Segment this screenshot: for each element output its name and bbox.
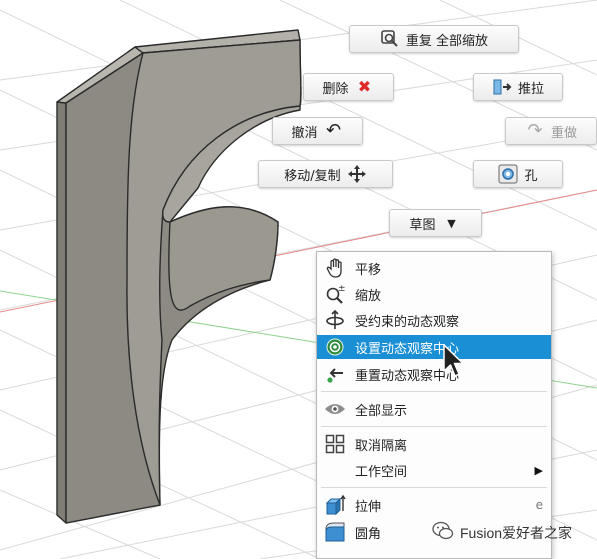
- press-pull-icon: [492, 77, 512, 97]
- menu-item-constrained-orbit[interactable]: 受约束的动态观察: [317, 308, 551, 332]
- extrude-shortcut: e: [535, 498, 543, 512]
- menu-item-show-all[interactable]: 全部显示: [317, 397, 551, 421]
- hand-pan-icon: [323, 257, 347, 279]
- dropdown-triangle-icon: ▼: [447, 216, 456, 230]
- menu-item-set-orbit-center[interactable]: 设置动态观察中心: [317, 335, 551, 359]
- reset-orbit-center-icon: [323, 363, 347, 385]
- undo-label: 撤消: [291, 125, 318, 141]
- eye-icon: [323, 398, 347, 420]
- redo-label: 重做: [550, 125, 577, 141]
- menu-separator: [321, 487, 547, 488]
- menu-separator: [321, 391, 547, 392]
- mouse-cursor-icon: [443, 344, 464, 377]
- extrude-icon: [323, 494, 347, 516]
- undo-button[interactable]: 撤消 ↶: [272, 117, 363, 145]
- red-x-icon: ✖: [357, 77, 372, 96]
- workspace-label: 工作空间: [355, 464, 408, 480]
- constrained-orbit-label: 受约束的动态观察: [355, 314, 460, 330]
- fillet-icon: [323, 521, 347, 543]
- menu-item-unisolate[interactable]: 取消隔离: [317, 432, 551, 456]
- sketch-label: 草图: [409, 217, 436, 233]
- menu-item-extrude[interactable]: 拉伸 e: [317, 493, 551, 517]
- menu-item-workspace[interactable]: 工作空间 ▶: [317, 458, 551, 482]
- delete-label: 删除: [322, 81, 349, 97]
- pan-label: 平移: [355, 262, 382, 278]
- menu-item-zoom[interactable]: ± 缩放: [317, 282, 551, 306]
- wechat-icon: [432, 521, 454, 544]
- menu-item-pan[interactable]: 平移: [317, 256, 551, 280]
- menu-separator: [321, 426, 547, 427]
- redo-arrow-icon: ↷: [527, 120, 543, 141]
- unisolate-grid-icon: [323, 433, 347, 455]
- model-left-face: [56, 101, 67, 524]
- zoom-label: 缩放: [355, 288, 382, 304]
- watermark-text: Fusion爱好者之家: [460, 524, 573, 541]
- extrude-label: 拉伸: [355, 499, 382, 515]
- svg-text:±: ±: [338, 284, 345, 294]
- move-arrows-icon: [347, 164, 367, 184]
- magnify-fit-icon: [380, 29, 400, 49]
- press-pull-button[interactable]: 推拉: [473, 73, 563, 101]
- delete-button[interactable]: 删除 ✖: [303, 73, 394, 101]
- fit-all-button[interactable]: 重复 全部缩放: [349, 25, 519, 53]
- move-copy-label: 移动/复制: [284, 168, 341, 184]
- context-menu: 平移 ± 缩放 受约束的动态观察 设置动态观察中心 重置动态观察中心 全部显示: [316, 251, 552, 559]
- move-copy-button[interactable]: 移动/复制: [258, 160, 393, 188]
- fillet-label: 圆角: [355, 526, 382, 542]
- letter-f-model[interactable]: [56, 29, 302, 524]
- hole-button[interactable]: 孔: [473, 160, 563, 188]
- orbit-center-icon: [323, 336, 347, 358]
- show-all-label: 全部显示: [355, 403, 408, 419]
- zoom-icon: ±: [323, 283, 347, 305]
- unisolate-label: 取消隔离: [355, 438, 408, 454]
- sketch-dropdown-button[interactable]: 草图 ▼: [389, 209, 482, 237]
- constrained-orbit-icon: [323, 309, 347, 331]
- fit-all-label: 重复 全部缩放: [405, 33, 489, 49]
- menu-item-reset-orbit-center[interactable]: 重置动态观察中心: [317, 362, 551, 386]
- hole-icon: [498, 164, 518, 184]
- redo-button[interactable]: ↷ 重做: [505, 117, 597, 145]
- hole-label: 孔: [524, 168, 538, 184]
- watermark: Fusion爱好者之家: [432, 521, 572, 544]
- press-pull-label: 推拉: [517, 81, 544, 97]
- undo-arrow-icon: ↶: [325, 120, 342, 141]
- submenu-arrow-icon: ▶: [534, 463, 543, 477]
